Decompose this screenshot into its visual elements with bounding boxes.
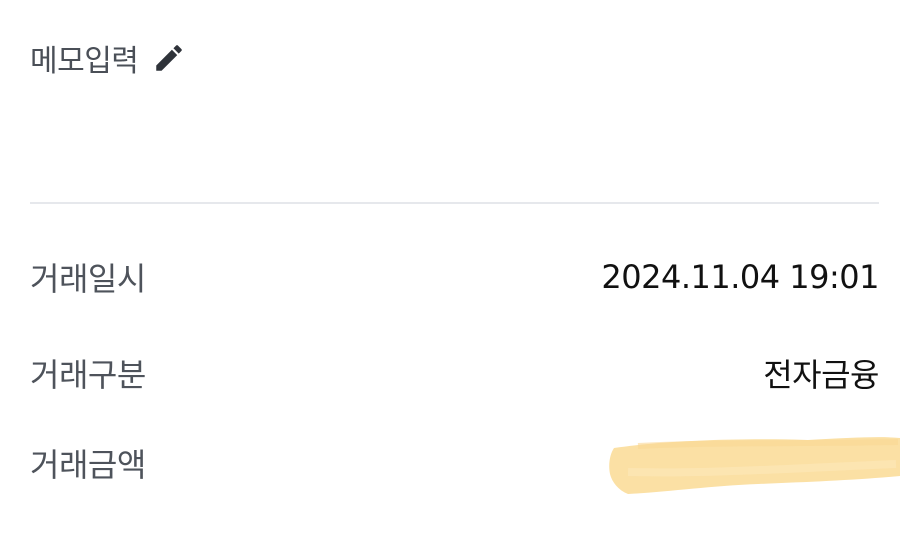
transaction-type-label: 거래구분 [30,356,146,394]
pencil-icon[interactable] [152,41,186,75]
transaction-type-row: 거래구분 전자금융 [30,350,879,396]
memo-input-label: 메모입력 [30,44,139,79]
amount-redaction-mark [608,432,900,496]
transaction-datetime-value: 2024.11.04 19:01 [601,258,879,296]
transaction-datetime-row: 거래일시 2024.11.04 19:01 [30,254,879,300]
section-divider [30,202,879,204]
memo-input-button[interactable]: 메모입력 [30,36,186,80]
transaction-type-value: 전자금융 [763,356,879,394]
transaction-datetime-label: 거래일시 [30,260,146,298]
transaction-amount-label: 거래금액 [30,446,146,484]
